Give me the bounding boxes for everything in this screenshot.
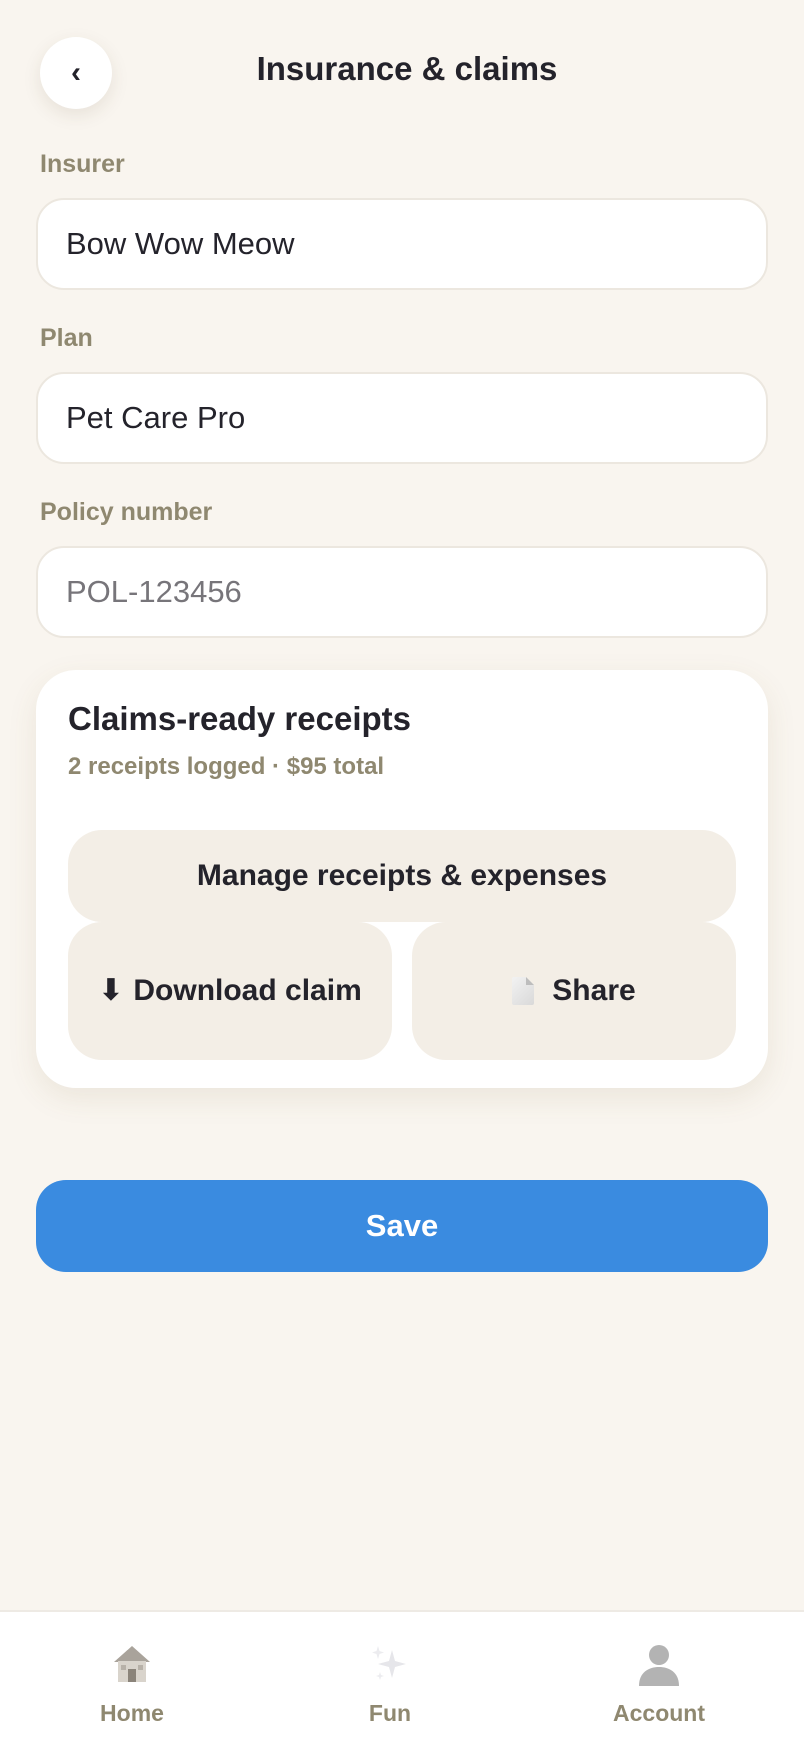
policy-number-input[interactable] [36,546,768,638]
claims-receipts-card: Claims-ready receipts 2 receipts logged … [36,670,768,1088]
sparkles-icon [364,1638,416,1690]
plan-label: Plan [40,324,93,352]
plan-input[interactable] [36,372,768,464]
share-button[interactable]: Share [412,922,736,1060]
nav-item-account[interactable]: Account [559,1612,759,1748]
person-icon [633,1638,685,1690]
manage-receipts-label: Manage receipts & expenses [196,859,608,892]
share-label: Share [552,974,636,1007]
download-claim-button[interactable]: ⬇ Download claim [68,922,392,1060]
house-icon [106,1638,158,1690]
page-title: Insurance & claims [256,50,558,87]
manage-receipts-button[interactable]: Manage receipts & expenses [68,830,736,922]
download-claim-label: Download claim [133,974,362,1007]
download-arrow-icon: ⬇ [98,974,124,1007]
save-button[interactable]: Save [36,1180,768,1272]
nav-label-account: Account [613,1700,705,1726]
nav-item-fun[interactable]: Fun [290,1612,490,1748]
document-icon [512,977,535,1005]
download-claim-content: ⬇ Download claim [98,970,362,1012]
insurer-label: Insurer [40,150,125,178]
receipts-summary: 2 receipts logged · $95 total [68,753,385,780]
bottom-nav: Home Fun Account [0,1610,804,1748]
nav-label-home: Home [100,1700,164,1726]
insurer-input[interactable] [36,198,768,290]
card-title: Claims-ready receipts [68,700,412,737]
insurance-claims-screen: ‹ Insurance & claims Insurer Plan Policy… [0,0,804,1748]
policy-number-label: Policy number [40,498,213,526]
nav-item-home[interactable]: Home [32,1612,232,1748]
nav-label-fun: Fun [368,1700,412,1726]
save-label: Save [365,1208,439,1243]
